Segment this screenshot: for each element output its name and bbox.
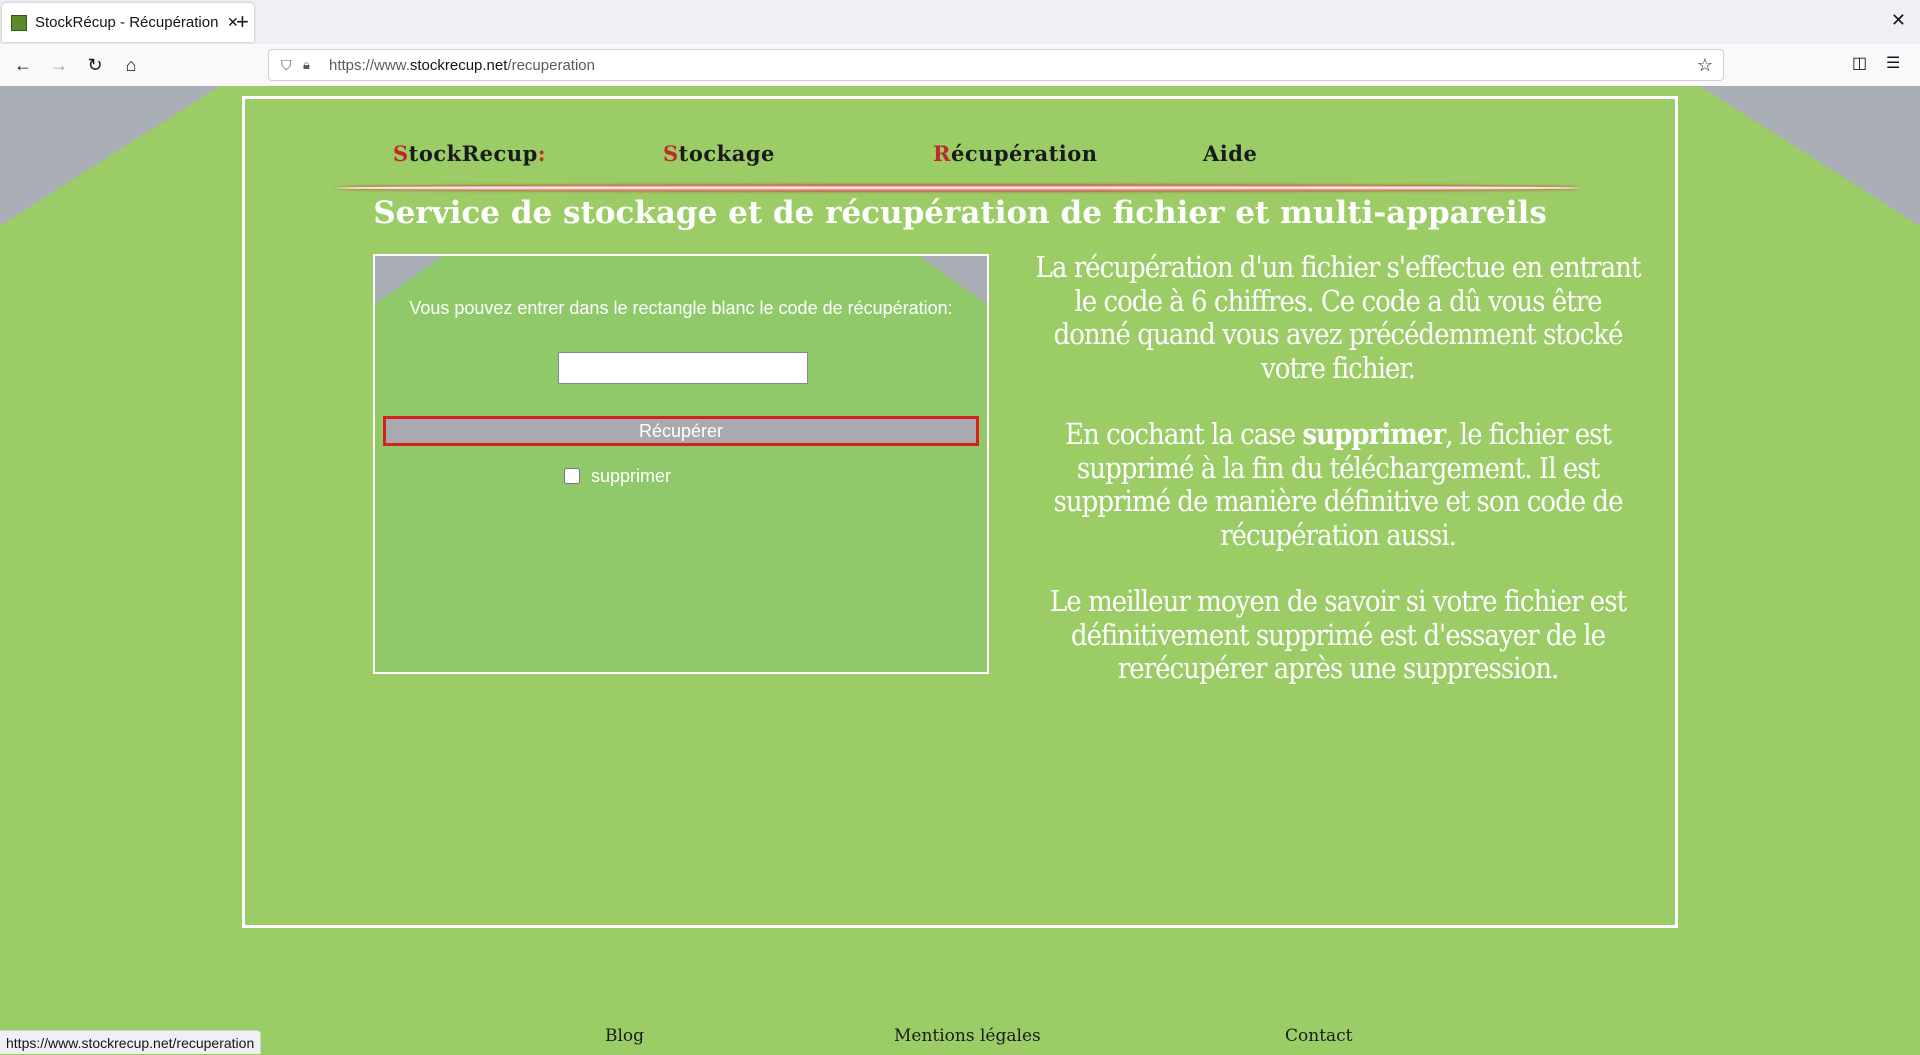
info-paragraph-1: La récupération d'un fichier s'effectue … (1035, 250, 1642, 385)
window-close-icon[interactable]: ✕ (1891, 10, 1906, 31)
browser-tab-active[interactable]: StockRécup - Récupération ✕ (2, 3, 254, 42)
recover-button[interactable]: Récupérer (383, 416, 979, 446)
lock-icon[interactable]: 🔒︎ (303, 57, 310, 73)
bookmark-star-icon[interactable]: ☆ (1697, 55, 1713, 76)
footer-blog-link[interactable]: Blog (605, 1026, 644, 1046)
menu-hamburger-icon[interactable]: ☰ (1886, 53, 1900, 73)
delete-checkbox-label[interactable]: supprimer (591, 466, 671, 487)
forward-arrow-icon[interactable]: → (46, 52, 72, 78)
form-instruction: Vous pouvez entrer dans le rectangle bla… (409, 298, 953, 318)
menu-storage-link[interactable]: Stockage (663, 141, 775, 166)
new-tab-icon[interactable]: + (236, 10, 249, 34)
top-menu: StockRecup: Stockage Récupération Aide (245, 141, 1675, 181)
info-paragraph-2: En cochant la case supprimer, le fichier… (1053, 417, 1623, 552)
pocket-icon[interactable]: ◫ (1852, 53, 1867, 73)
home-icon[interactable]: ⌂ (118, 52, 144, 78)
page-body: StockRecup: Stockage Récupération Aide S… (0, 86, 1920, 1054)
decor-corner-right (1700, 86, 1920, 226)
shield-icon[interactable]: ⛉ (281, 57, 292, 74)
decor-corner-left (0, 86, 220, 226)
back-arrow-icon[interactable]: ← (10, 52, 36, 78)
page-title: Service de stockage et de récupération d… (373, 195, 1547, 231)
menu-brand-link[interactable]: StockRecup: (393, 141, 546, 166)
url-text[interactable]: https://www.stockrecup.net/recuperation (329, 57, 595, 74)
menu-help-link[interactable]: Aide (1203, 141, 1257, 166)
recovery-form-panel: Vous pouvez entrer dans le rectangle bla… (373, 254, 989, 674)
info-text: La récupération d'un fichier s'effectue … (1035, 250, 1642, 719)
browser-tabbar: StockRécup - Récupération ✕ + ✕ (0, 0, 1920, 44)
header-divider (335, 185, 1581, 191)
panel-corner-right (919, 256, 987, 304)
info-paragraph-3: Le meilleur moyen de savoir si votre fic… (1049, 584, 1627, 685)
browser-navbar: ← → ↻ ⌂ ⛉ 🔒︎ https://www.stockrecup.net/… (0, 44, 1920, 87)
footer-contact-link[interactable]: Contact (1285, 1026, 1353, 1046)
footer-legal-link[interactable]: Mentions légales (894, 1026, 1041, 1046)
site-favicon-icon (11, 14, 27, 31)
reload-icon[interactable]: ↻ (82, 52, 108, 78)
address-bar[interactable]: ⛉ 🔒︎ https://www.stockrecup.net/recupera… (268, 49, 1724, 81)
content-frame: StockRecup: Stockage Récupération Aide S… (242, 96, 1678, 928)
tab-title: StockRécup - Récupération (35, 14, 219, 31)
delete-checkbox[interactable] (564, 468, 580, 484)
recovery-code-input[interactable] (558, 352, 808, 384)
panel-corner-left (375, 256, 443, 304)
status-bar-url: https://www.stockrecup.net/recuperation (0, 1030, 262, 1054)
menu-recovery-link[interactable]: Récupération (933, 141, 1098, 166)
